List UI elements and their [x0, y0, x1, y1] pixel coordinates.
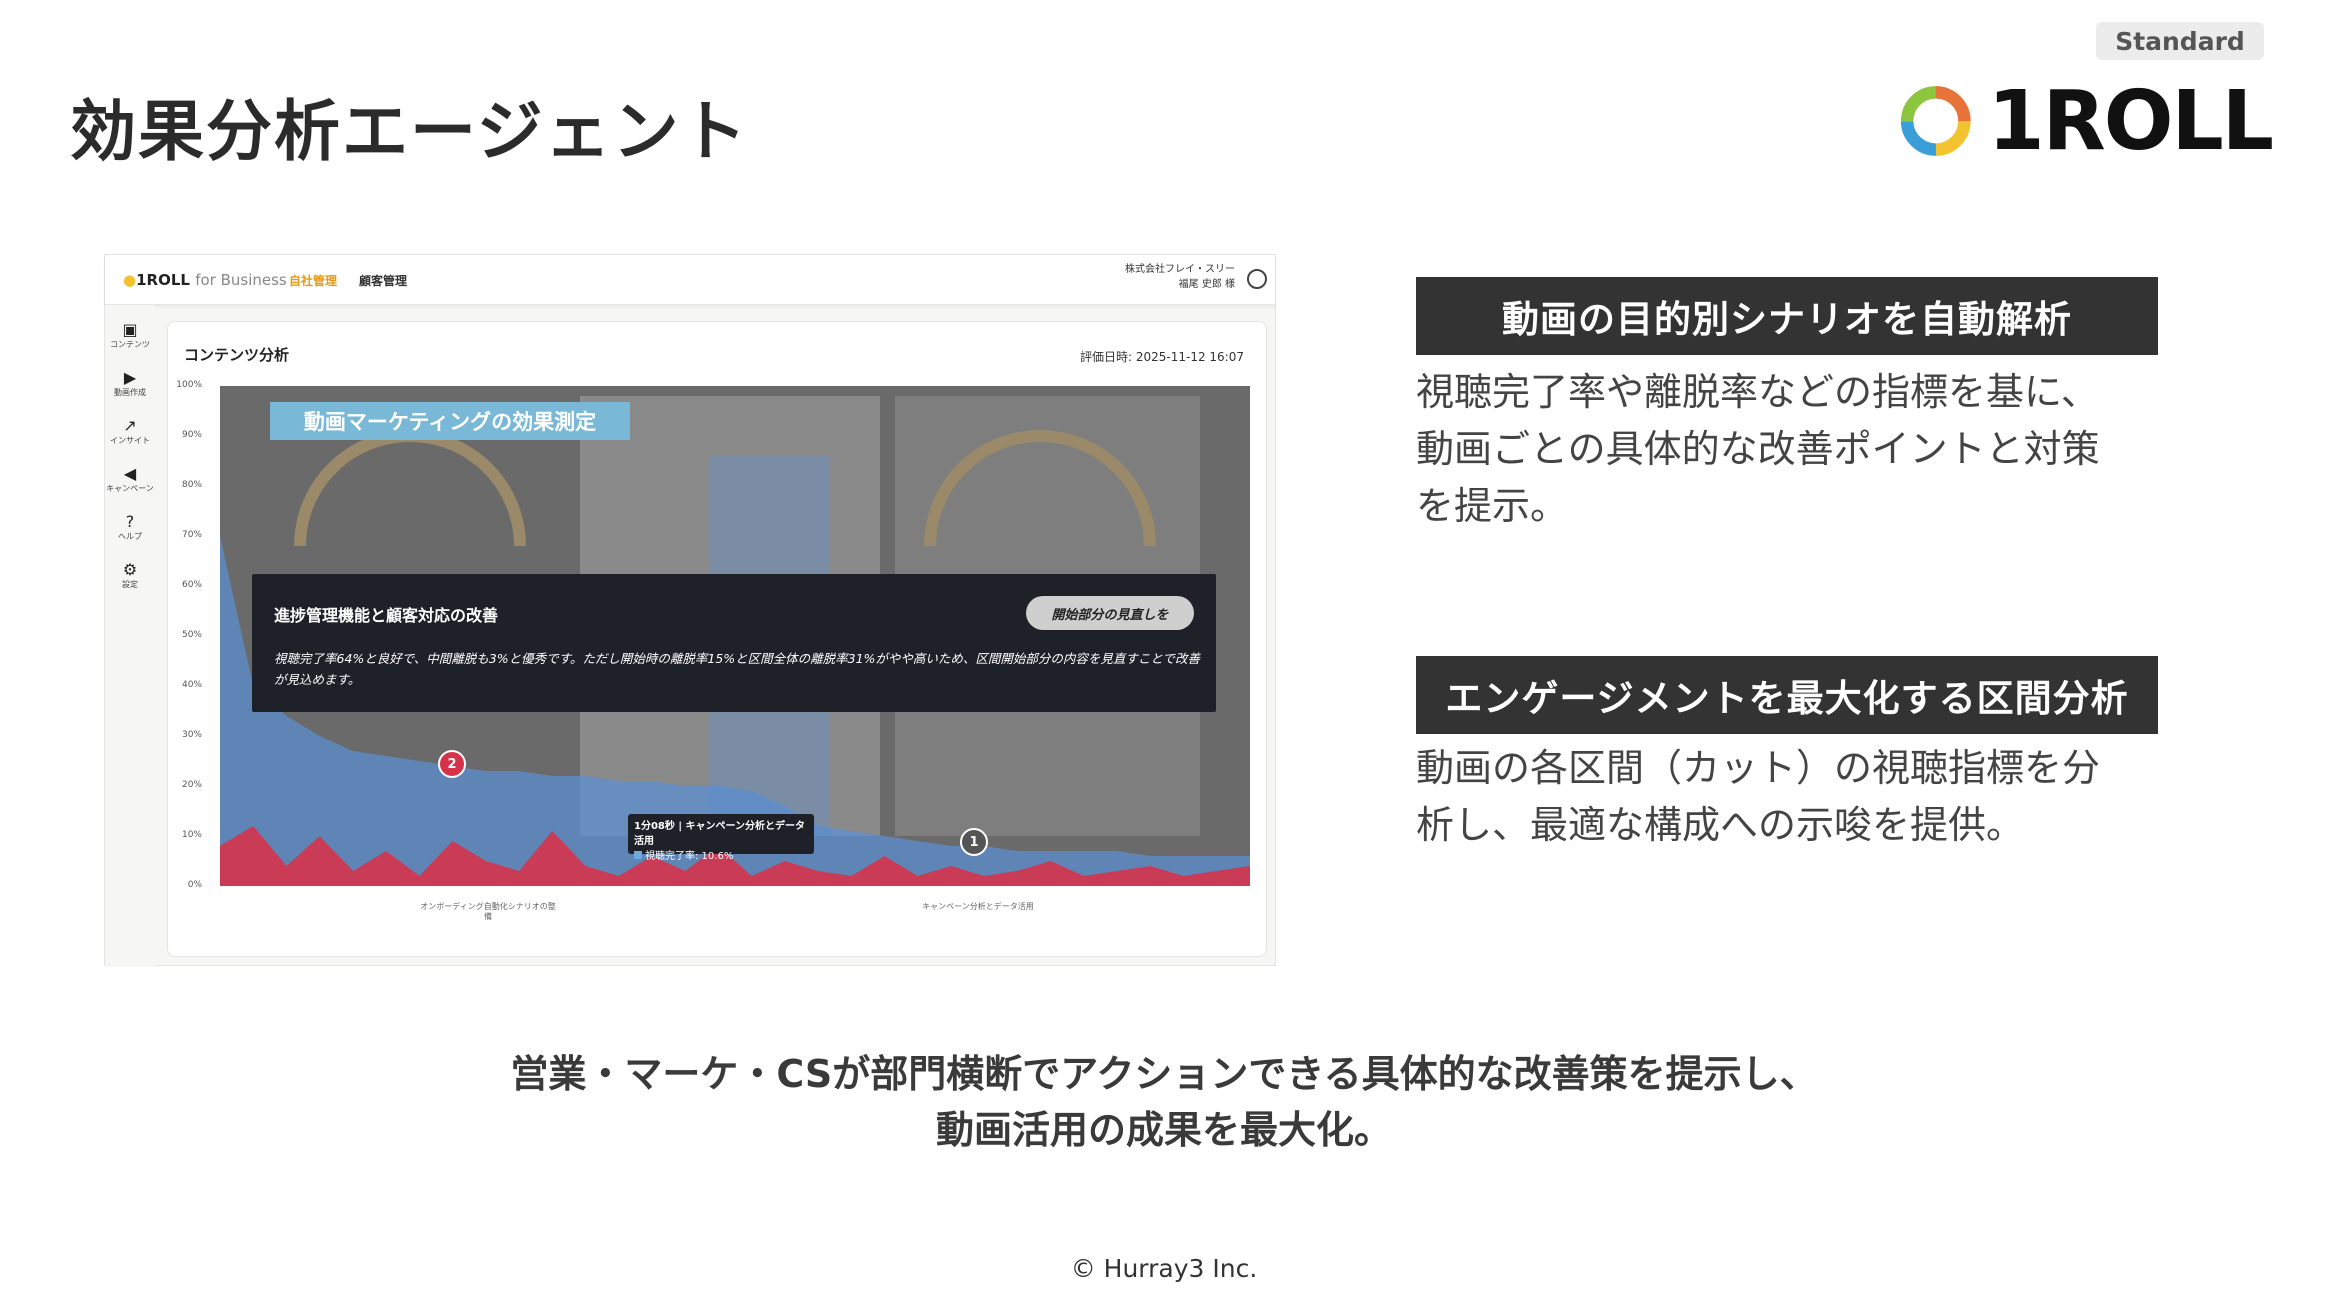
insight-body: 視聴完了率64%と良好で、中間離脱も3%と優秀です。ただし開始時の離脱率15%と… [274, 651, 1201, 687]
feature-body-2: 動画の各区間（カット）の視聴指標を分 析し、最適な構成への示唆を提供。 [1416, 740, 2158, 854]
plan-badge: Standard [2096, 22, 2264, 60]
chart-tooltip: 1分08秒 | キャンペーン分析とデータ活用 視聴完了率: 10.6% [628, 814, 814, 862]
account-info: 株式会社フレイ・スリー 福尾 史郎 様 [1125, 262, 1235, 292]
feature-body-line: 動画ごとの具体的な改善ポイントと対策 [1416, 427, 2100, 471]
y-tick-label: 100% [176, 380, 202, 390]
sidebar-item-content[interactable]: ▣ コンテンツ [105, 321, 155, 350]
feature-body-line: 析し、最適な構成への示唆を提供。 [1416, 803, 2025, 847]
y-tick-label: 10% [181, 830, 202, 840]
feature-body-line: 視聴完了率や離脱率などの指標を基に、 [1416, 370, 2099, 414]
feature-body-1: 視聴完了率や離脱率などの指標を基に、 動画ごとの具体的な改善ポイントと対策 を提… [1416, 364, 2158, 535]
page-title: 効果分析エージェント [70, 93, 749, 170]
y-tick-label: 60% [181, 580, 202, 590]
video-create-icon: ▶ [123, 368, 137, 387]
campaign-icon: ◀ [123, 464, 137, 483]
nav-customer-management[interactable]: 顧客管理 [359, 272, 407, 289]
sidebar-item-insight[interactable]: ↗ インサイト [105, 417, 155, 446]
insight-panel: 進捗管理機能と顧客対応の改善 開始部分の見直しを 視聴完了率64%と良好で、中間… [252, 574, 1216, 712]
help-icon: ? [125, 512, 135, 531]
sidebar-item-video-create[interactable]: ▶ 動画作成 [105, 369, 155, 398]
chart-marker-2[interactable]: 2 [438, 750, 466, 778]
content-icon: ▣ [122, 320, 138, 339]
nav-own-management[interactable]: 自社管理 [289, 272, 337, 289]
feature-title-2: エンゲージメントを最大化する区間分析 [1416, 656, 2158, 734]
summary-line-1: 営業・マーケ・CSが部門横断でアクションできる具体的な改善策を提示し、 [510, 1052, 1818, 1096]
y-tick-label: 70% [181, 530, 202, 540]
user-name: 福尾 史郎 様 [1178, 279, 1235, 290]
insight-action-chip[interactable]: 開始部分の見直しを [1026, 596, 1194, 630]
app-header: ●1ROLL for Business 自社管理 顧客管理 株式会社フレイ・スリ… [105, 255, 1275, 305]
brand-name: 1ROLL [1987, 73, 2274, 169]
y-tick-label: 0% [187, 880, 202, 890]
app-screenshot: ●1ROLL for Business 自社管理 顧客管理 株式会社フレイ・スリ… [104, 254, 1276, 967]
settings-icon: ⚙ [122, 560, 138, 579]
insight-title: 進捗管理機能と顧客対応の改善 [274, 606, 499, 625]
app-sidebar: ▣ コンテンツ ▶ 動画作成 ↗ インサイト ◀ キャンペーン ? ヘルプ ⚙ 設定 [105, 305, 155, 967]
tooltip-swatch [634, 851, 642, 859]
sidebar-item-settings[interactable]: ⚙ 設定 [105, 561, 155, 590]
retention-chart[interactable]: 動画マーケティングの効果測定 進捗管理機能と顧客対応の改善 開始部分の見直しを … [220, 386, 1250, 886]
insight-icon: ↗ [123, 416, 137, 435]
evaluation-date: 評価日時: 2025-11-12 16:07 [1080, 350, 1244, 364]
tooltip-value: 視聴完了率: 10.6% [634, 849, 808, 864]
y-tick-label: 30% [181, 730, 202, 740]
y-tick-label: 80% [181, 480, 202, 490]
y-tick-label: 90% [181, 430, 202, 440]
chart-marker-1[interactable]: 1 [960, 828, 988, 856]
tooltip-title: 1分08秒 | キャンペーン分析とデータ活用 [634, 821, 805, 847]
overlay-title: 動画マーケティングの効果測定 [270, 402, 630, 440]
brand-logo: 1ROLL [1900, 74, 2274, 169]
sidebar-item-help[interactable]: ? ヘルプ [105, 513, 155, 542]
content-analysis-card: コンテンツ分析 評価日時: 2025-11-12 16:07 100% 90% 80… [167, 321, 1267, 957]
company-name: 株式会社フレイ・スリー [1125, 264, 1235, 275]
feature-body-line: を提示。 [1416, 484, 1569, 528]
feature-body-line: 動画の各区間（カット）の視聴指標を分 [1416, 746, 2101, 790]
card-title: コンテンツ分析 [184, 346, 290, 364]
y-tick-label: 20% [181, 780, 202, 790]
y-tick-label: 50% [181, 630, 202, 640]
y-tick-label: 40% [181, 680, 202, 690]
copyright: © Hurray3 Inc. [1070, 1254, 1258, 1283]
summary-line-2: 動画活用の成果を最大化。 [935, 1108, 1392, 1152]
feature-title-1: 動画の目的別シナリオを自動解析 [1416, 277, 2158, 355]
x-tick-label: キャンペーン分析とデータ活用 [922, 902, 1034, 911]
roll-logo-icon [1900, 86, 1971, 156]
app-logo[interactable]: ●1ROLL for Business [123, 271, 287, 289]
sidebar-item-campaign[interactable]: ◀ キャンペーン [105, 465, 155, 494]
chevron-down-icon[interactable] [1247, 269, 1267, 289]
x-tick-label: オンボーディング自動化シナリオの整備 [420, 902, 556, 921]
